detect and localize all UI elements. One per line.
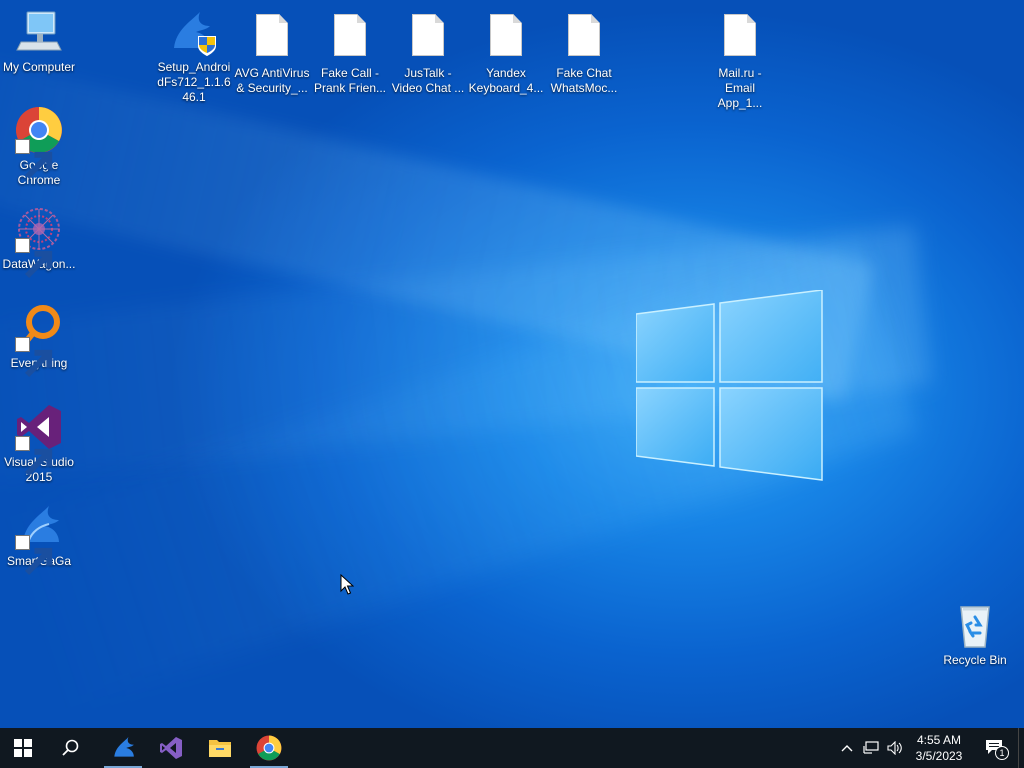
desktop-icon-visual-studio[interactable]: Visual Studio 2015 bbox=[1, 403, 77, 485]
desktop-icon-datawagon[interactable]: DataWagon... bbox=[1, 205, 77, 279]
icon-label: AVG AntiVirus & Security_... bbox=[234, 66, 310, 95]
mouse-cursor-icon bbox=[340, 574, 354, 595]
file-icon bbox=[724, 14, 756, 56]
visual-studio-icon bbox=[160, 737, 182, 759]
recycle-bin-icon bbox=[951, 601, 999, 649]
desktop-icon-avg-antivirus[interactable]: AVG AntiVirus & Security_... bbox=[234, 8, 310, 96]
clock-date: 3/5/2023 bbox=[915, 749, 963, 763]
taskbar: 4:55 AM 3/5/2023 1 bbox=[0, 728, 1024, 768]
folder-icon bbox=[209, 740, 231, 757]
installer-icon bbox=[170, 8, 218, 56]
desktop-icon-justalk[interactable]: JusTalk - Video Chat ... bbox=[390, 8, 466, 96]
icon-label: Yandex Keyboard_4... bbox=[468, 66, 544, 95]
shortcut-arrow-icon bbox=[15, 238, 53, 279]
notification-count-badge: 1 bbox=[995, 746, 1009, 760]
desktop-icon-fake-call[interactable]: Fake Call - Prank Frien... bbox=[312, 8, 388, 96]
desktop-icon-setup-androidfs[interactable]: Setup_AndroidFs712_1.1.646.1 bbox=[156, 8, 232, 105]
desktop-icon-mail-ru[interactable]: Mail.ru - Email App_1... bbox=[702, 8, 778, 111]
shortcut-arrow-icon bbox=[15, 139, 53, 180]
taskbar-app-smartgaga[interactable] bbox=[100, 728, 146, 768]
file-icon bbox=[490, 14, 522, 56]
visual-studio-icon bbox=[15, 403, 63, 477]
smartgaga-icon bbox=[15, 502, 63, 576]
chrome-icon bbox=[15, 106, 63, 180]
desktop[interactable]: My Computer Google Chrome DataWagon... E… bbox=[0, 0, 1024, 728]
shortcut-arrow-icon bbox=[15, 337, 53, 378]
shortcut-arrow-icon bbox=[15, 436, 53, 477]
file-icon bbox=[256, 14, 288, 56]
show-desktop-button[interactable] bbox=[1018, 728, 1024, 768]
windows-start-icon bbox=[14, 739, 32, 757]
desktop-icon-smartgaga[interactable]: SmartGaGa bbox=[1, 502, 77, 576]
network-icon bbox=[863, 741, 879, 754]
action-center-button[interactable]: 1 bbox=[978, 728, 1012, 768]
taskbar-app-visual-studio[interactable] bbox=[148, 728, 194, 768]
icon-label: JusTalk - Video Chat ... bbox=[391, 66, 465, 95]
smartgaga-icon bbox=[114, 737, 134, 757]
chrome-icon bbox=[256, 735, 282, 761]
desktop-icon-my-computer[interactable]: My Computer bbox=[1, 8, 77, 75]
computer-icon bbox=[15, 8, 63, 56]
icon-label: Fake Chat WhatsMoc... bbox=[550, 66, 618, 95]
search-icon bbox=[62, 739, 79, 756]
icon-label: Recycle Bin bbox=[943, 653, 1007, 667]
taskbar-app-chrome[interactable] bbox=[246, 728, 292, 768]
file-icon bbox=[412, 14, 444, 56]
desktop-icon-everything[interactable]: Everything bbox=[1, 304, 77, 378]
volume-icon bbox=[887, 741, 902, 755]
icon-label: Mail.ru - Email App_1... bbox=[717, 66, 763, 110]
chevron-up-icon bbox=[841, 745, 853, 752]
clock-time: 4:55 AM bbox=[916, 733, 962, 747]
search-button[interactable] bbox=[48, 728, 94, 768]
volume-button[interactable] bbox=[884, 728, 906, 768]
start-button[interactable] bbox=[0, 728, 46, 768]
network-button[interactable] bbox=[860, 728, 882, 768]
icon-label: My Computer bbox=[2, 60, 76, 74]
icon-label: Setup_AndroidFs712_1.1.646.1 bbox=[157, 60, 231, 104]
desktop-icon-recycle-bin[interactable]: Recycle Bin bbox=[937, 601, 1013, 668]
desktop-icon-google-chrome[interactable]: Google Chrome bbox=[1, 106, 77, 188]
everything-search-icon bbox=[15, 304, 63, 378]
datawagon-icon bbox=[15, 205, 63, 279]
shortcut-arrow-icon bbox=[15, 535, 53, 576]
file-icon bbox=[568, 14, 600, 56]
desktop-icon-yandex-keyboard[interactable]: Yandex Keyboard_4... bbox=[468, 8, 544, 96]
windows-logo-wallpaper bbox=[636, 290, 823, 481]
taskbar-app-file-explorer[interactable] bbox=[197, 728, 243, 768]
desktop-icon-fake-chat[interactable]: Fake Chat WhatsMoc... bbox=[546, 8, 622, 96]
file-icon bbox=[334, 14, 366, 56]
clock[interactable]: 4:55 AM 3/5/2023 bbox=[906, 728, 972, 768]
icon-label: Fake Call - Prank Frien... bbox=[313, 66, 387, 95]
show-hidden-icons-button[interactable] bbox=[838, 728, 856, 768]
